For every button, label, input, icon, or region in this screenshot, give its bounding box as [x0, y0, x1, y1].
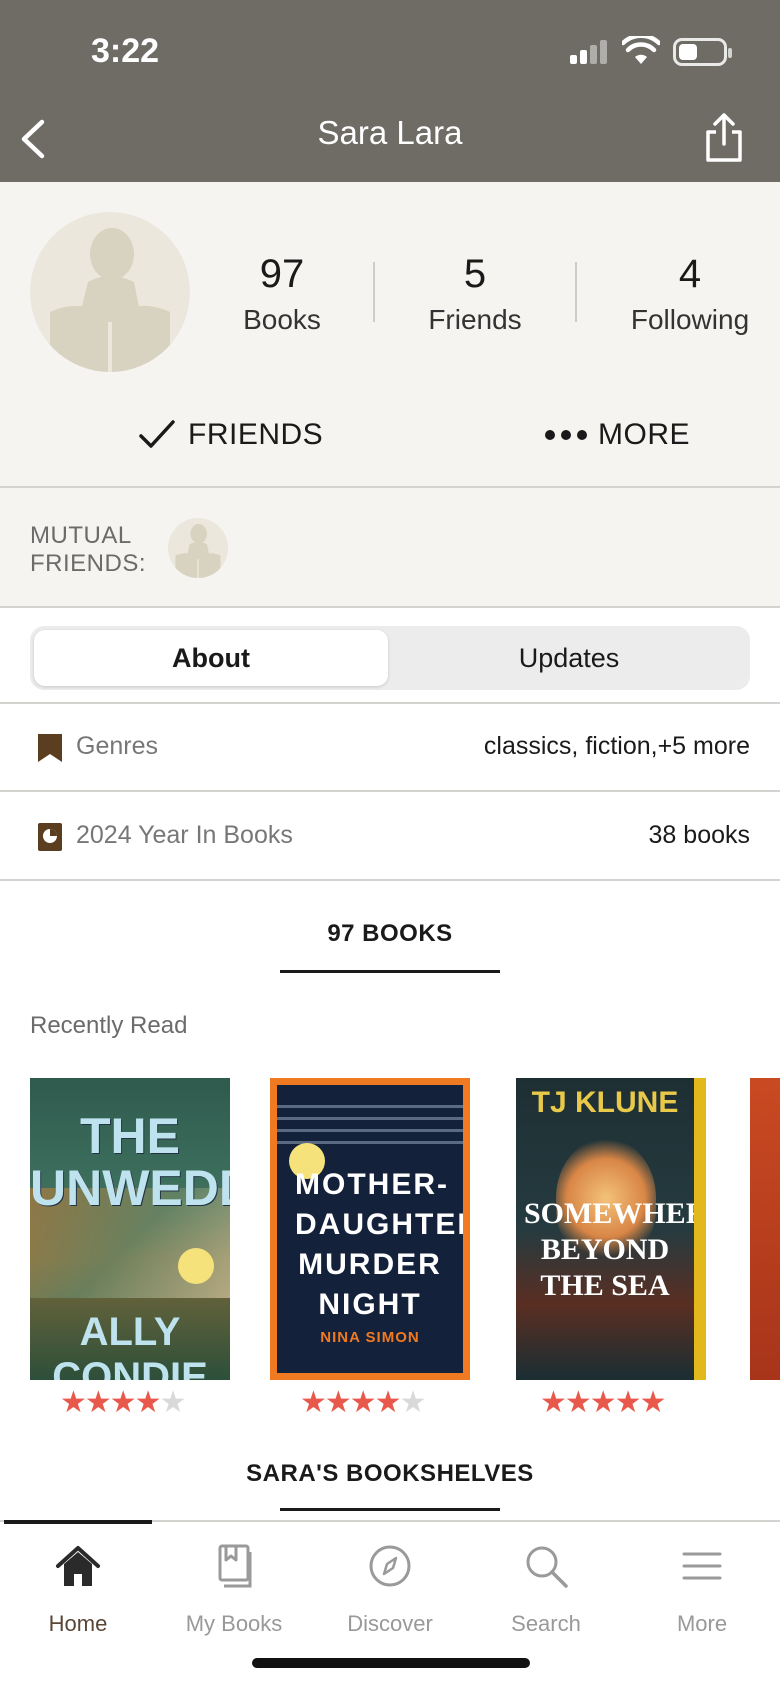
- cover-title: SOMEWHERE BEYOND THE SEA: [524, 1197, 706, 1302]
- share-button[interactable]: [702, 112, 746, 164]
- cover-author: ALLY CONDIE: [52, 1310, 208, 1380]
- stat-books-label: Books: [243, 304, 321, 335]
- cover-author: NINA SIMON: [320, 1329, 420, 1346]
- profile-header: 3:22 Sara Lara: [0, 0, 780, 182]
- book-rating: ★★★★★: [60, 1386, 186, 1419]
- cover-title: THE UNWEDDING: [30, 1108, 230, 1216]
- stat-divider: [575, 262, 577, 322]
- cover-pattern: [277, 1105, 463, 1145]
- tab-more[interactable]: More: [624, 1542, 780, 1637]
- status-time: 3:22: [91, 32, 160, 70]
- year-in-books-row[interactable]: 2024 Year In Books 38 books: [0, 793, 780, 881]
- tab-more-label: More: [676, 1611, 728, 1636]
- mutual-friend-avatar[interactable]: [168, 518, 228, 578]
- segmented-control: About Updates: [30, 626, 750, 690]
- tab-home[interactable]: Home: [0, 1542, 156, 1637]
- reader-silhouette-icon: [175, 524, 221, 578]
- home-indicator: [252, 1658, 530, 1668]
- tab-search[interactable]: Search: [468, 1542, 624, 1637]
- tab-search-label: Search: [511, 1611, 581, 1636]
- tab-updates[interactable]: Updates: [392, 630, 746, 686]
- mutual-friends: MUTUAL FRIENDS:: [0, 488, 780, 608]
- book-cover-the-unwedding[interactable]: THE UNWEDDING ALLY CONDIE: [30, 1078, 230, 1380]
- wifi-icon: [622, 36, 660, 64]
- menu-icon: [682, 1552, 722, 1580]
- page-title: Sara Lara: [317, 114, 463, 151]
- year-in-books-icon: [38, 823, 62, 851]
- cover-title: MOTHER-DAUGHTER MURDER NIGHT: [295, 1168, 470, 1321]
- friends-button-label: FRIENDS: [188, 418, 324, 451]
- more-button[interactable]: MORE: [544, 410, 690, 460]
- battery-icon: [673, 38, 732, 66]
- genres-label: Genres: [76, 732, 158, 760]
- stat-following-label: Following: [630, 304, 750, 335]
- bookshelves-tab[interactable]: SARA'S BOOKSHELVES: [0, 1460, 780, 1488]
- genres-row[interactable]: Genres classics, fiction,+5 more: [0, 704, 780, 792]
- book-cover-mother-daughter-murder-night[interactable]: MOTHER-DAUGHTER MURDER NIGHT NINA SIMON: [270, 1078, 470, 1380]
- friends-button[interactable]: FRIENDS: [138, 410, 323, 460]
- tab-my-books[interactable]: My Books: [156, 1542, 312, 1637]
- tab-home-label: Home: [48, 1611, 108, 1636]
- stat-friends[interactable]: 5 Friends: [415, 254, 535, 336]
- book-rating: ★★★★★: [540, 1386, 666, 1419]
- tab-my-books-label: My Books: [185, 1611, 283, 1636]
- cellular-signal-icon: [570, 40, 610, 64]
- segment-section: About Updates: [0, 608, 780, 704]
- active-tab-indicator: [4, 1520, 152, 1524]
- book-club-badge: [178, 1248, 214, 1284]
- ellipsis-icon: [545, 430, 587, 440]
- home-icon: [56, 1546, 100, 1586]
- status-bar: 3:22: [0, 0, 780, 100]
- bookmark-icon: [38, 734, 62, 762]
- stat-following[interactable]: 4 Following: [620, 254, 760, 336]
- stat-following-value: 4: [678, 252, 702, 296]
- stat-friends-value: 5: [463, 252, 487, 296]
- book-rating: ★★★★★: [300, 1386, 426, 1419]
- genres-value: classics, fiction,+5 more: [483, 732, 750, 760]
- stat-books-value: 97: [259, 252, 305, 296]
- reader-silhouette-icon: [50, 228, 170, 372]
- recently-read-label: Recently Read: [30, 1012, 188, 1039]
- book-cover-partial[interactable]: [750, 1078, 780, 1380]
- cover-author: TJ KLUNE: [531, 1086, 679, 1119]
- my-books-icon: [218, 1544, 252, 1588]
- books-tab-underline: [280, 970, 500, 973]
- tab-discover-label: Discover: [347, 1611, 433, 1636]
- avatar[interactable]: [30, 212, 190, 372]
- year-in-books-label: 2024 Year In Books: [76, 821, 293, 849]
- compass-icon: [369, 1545, 411, 1587]
- bookshelves-tab-underline: [280, 1508, 500, 1511]
- profile-summary: 97 Books 5 Friends 4 Following FRIENDS M…: [0, 182, 780, 488]
- search-icon: [526, 1546, 568, 1588]
- more-button-label: MORE: [598, 418, 690, 451]
- year-in-books-value: 38 books: [648, 821, 750, 849]
- stat-friends-label: Friends: [428, 304, 522, 335]
- tab-about[interactable]: About: [34, 630, 388, 686]
- stat-divider: [373, 262, 375, 322]
- checkmark-icon: [139, 420, 175, 448]
- stat-books[interactable]: 97 Books: [232, 254, 332, 336]
- books-tab[interactable]: 97 BOOKS: [0, 920, 780, 948]
- book-cover-somewhere-beyond-the-sea[interactable]: TJ KLUNE SOMEWHERE BEYOND THE SEA: [516, 1078, 706, 1380]
- mutual-friends-label: MUTUAL FRIENDS:: [30, 522, 147, 577]
- tab-discover[interactable]: Discover: [312, 1542, 468, 1637]
